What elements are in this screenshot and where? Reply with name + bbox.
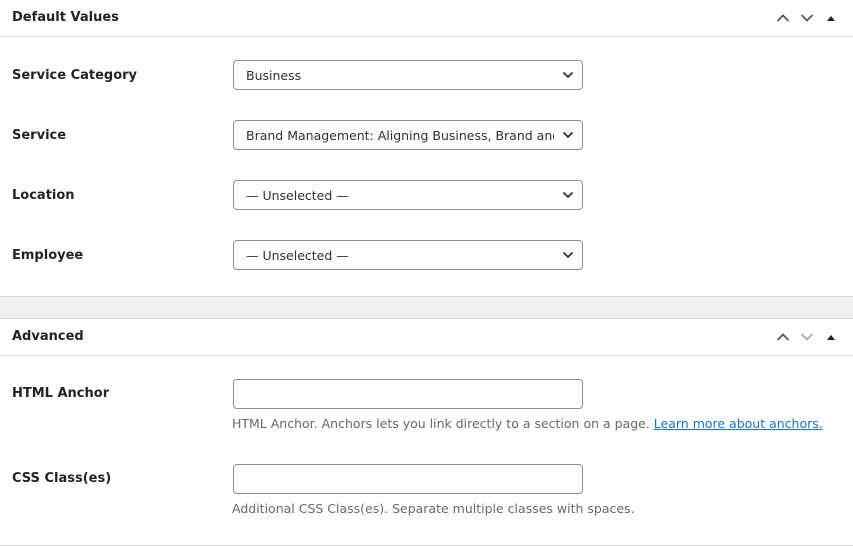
triangle-up-icon — [827, 335, 835, 340]
css-classes-input[interactable] — [233, 464, 583, 494]
move-up-button[interactable] — [771, 326, 795, 348]
html-anchor-help: HTML Anchor. Anchors lets you link direc… — [232, 416, 823, 431]
service-category-label: Service Category — [12, 68, 138, 83]
service-category-value: Business — [246, 68, 302, 83]
service-value: Brand Management: Aligning Business, Bra… — [246, 128, 554, 143]
collapse-toggle-button[interactable] — [819, 7, 843, 29]
chevron-down-icon — [562, 131, 574, 139]
css-classes-help: Additional CSS Class(es). Separate multi… — [232, 501, 635, 516]
html-anchor-help-text: HTML Anchor. Anchors lets you link direc… — [232, 416, 654, 431]
advanced-panel: Advanced HTML Anchor HTML Anchor. Anchor… — [0, 318, 853, 546]
location-label: Location — [12, 188, 75, 203]
advanced-header: Advanced — [0, 319, 853, 356]
chevron-down-icon — [562, 71, 574, 79]
chevron-up-icon — [776, 14, 790, 22]
move-down-button[interactable] — [795, 326, 819, 348]
chevron-down-icon — [562, 191, 574, 199]
html-anchor-input[interactable] — [233, 379, 583, 409]
employee-value: — Unselected — — [246, 248, 349, 263]
employee-label: Employee — [12, 248, 84, 263]
default-values-panel: Default Values Service Category Business… — [0, 0, 853, 297]
chevron-down-icon — [562, 251, 574, 259]
location-value: — Unselected — — [246, 188, 349, 203]
chevron-down-icon — [800, 333, 814, 341]
default-values-title: Default Values — [12, 10, 119, 25]
service-category-select[interactable]: Business — [233, 60, 583, 90]
service-label: Service — [12, 128, 67, 143]
chevron-up-icon — [776, 333, 790, 341]
location-select[interactable]: — Unselected — — [233, 180, 583, 210]
advanced-title: Advanced — [12, 329, 84, 344]
default-values-header: Default Values — [0, 0, 853, 37]
service-select[interactable]: Brand Management: Aligning Business, Bra… — [233, 120, 583, 150]
triangle-up-icon — [827, 16, 835, 21]
employee-select[interactable]: — Unselected — — [233, 240, 583, 270]
advanced-controls — [771, 326, 843, 348]
default-values-controls — [771, 7, 843, 29]
move-down-button[interactable] — [795, 7, 819, 29]
html-anchor-label: HTML Anchor — [12, 386, 110, 401]
collapse-toggle-button[interactable] — [819, 326, 843, 348]
move-up-button[interactable] — [771, 7, 795, 29]
css-classes-label: CSS Class(es) — [12, 471, 112, 486]
learn-more-anchors-link[interactable]: Learn more about anchors. — [654, 416, 823, 431]
panel-separator — [0, 297, 853, 318]
chevron-down-icon — [800, 14, 814, 22]
